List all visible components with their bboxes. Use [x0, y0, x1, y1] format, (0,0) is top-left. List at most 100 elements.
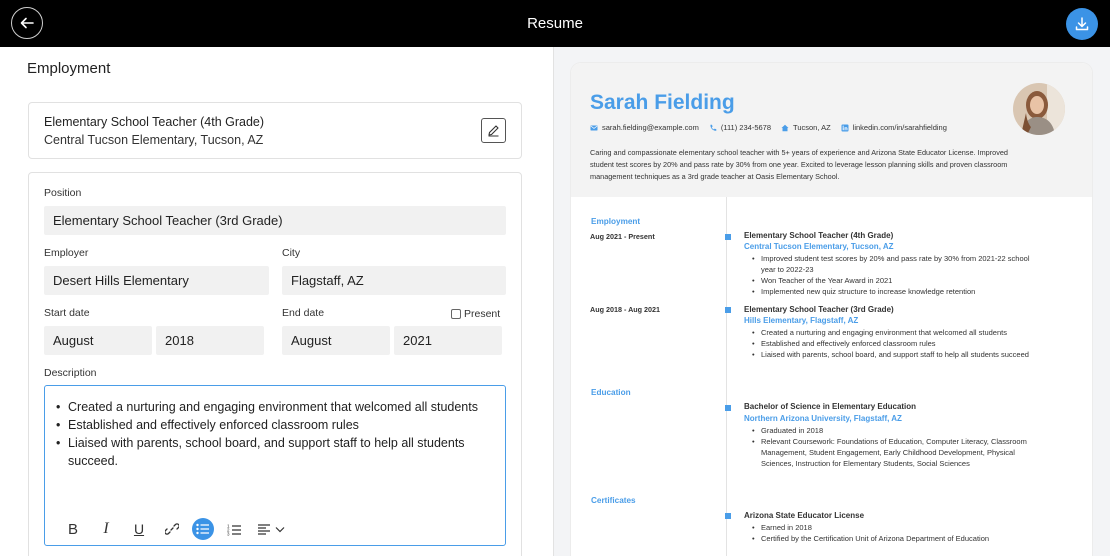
link-button[interactable] — [159, 518, 185, 540]
format-toolbar: B I U 123 — [60, 518, 295, 540]
job-bullets: Created a nurturing and engaging environ… — [752, 327, 1031, 360]
section-heading: Employment — [27, 60, 111, 77]
resume-header: Sarah Fielding sarah.fielding@example.co… — [571, 63, 1092, 197]
certificate-title: Arizona State Educator License — [744, 511, 865, 520]
download-icon — [1075, 17, 1089, 31]
job-title: Elementary School Teacher (4th Grade) — [744, 231, 894, 240]
degree-title: Bachelor of Science in Elementary Educat… — [744, 402, 917, 411]
education-bullet: Relevant Coursework: Foundations of Educ… — [752, 436, 1031, 469]
timeline-marker — [725, 307, 731, 313]
numbered-list-button[interactable]: 123 — [221, 518, 247, 540]
bullet-list-button[interactable] — [192, 518, 214, 540]
job-employer: Hills Elementary, Flagstaff, AZ — [744, 316, 859, 325]
job-form: Position Elementary School Teacher (3rd … — [28, 172, 522, 556]
job-bullet: Established and effectively enforced cla… — [752, 338, 1031, 349]
end-month-field[interactable]: August — [282, 326, 390, 355]
contact-location: Tucson, AZ — [781, 123, 831, 132]
timeline-line — [726, 197, 727, 556]
align-dropdown[interactable] — [254, 518, 288, 540]
phone-icon — [710, 124, 717, 131]
job-employer: Central Tucson Elementary, Tucson, AZ — [744, 242, 894, 251]
description-item[interactable]: Created a nurturing and engaging environ… — [56, 398, 488, 416]
certificate-bullets: Earned in 2018 Certified by the Certific… — [752, 522, 1031, 544]
home-icon — [781, 124, 789, 131]
city-field[interactable]: Flagstaff, AZ — [282, 266, 506, 295]
description-item[interactable]: Liaised with parents, school board, and … — [56, 434, 488, 470]
education-bullet: Graduated in 2018 — [752, 425, 1031, 436]
job-dates: Aug 2018 - Aug 2021 — [590, 305, 661, 314]
description-item[interactable]: Established and effectively enforced cla… — [56, 416, 488, 434]
employer-label: Employer — [44, 247, 89, 259]
job-card-title: Elementary School Teacher (4th Grade) — [44, 115, 265, 129]
employment-heading: Employment — [591, 217, 641, 226]
end-year-field[interactable]: 2021 — [394, 326, 502, 355]
editor-panel: Employment Elementary School Teacher (4t… — [0, 47, 554, 556]
mail-icon — [590, 125, 598, 130]
present-label: Present — [464, 308, 501, 320]
linkedin-icon — [841, 124, 849, 131]
resume-name: Sarah Fielding — [590, 91, 735, 114]
timeline-marker — [725, 234, 731, 240]
profile-photo — [1013, 83, 1065, 135]
job-bullet: Improved student test scores by 20% and … — [752, 253, 1031, 275]
underline-button[interactable]: U — [126, 518, 152, 540]
job-bullet: Created a nurturing and engaging environ… — [752, 327, 1031, 338]
job-card-subtitle: Central Tucson Elementary, Tucson, AZ — [44, 133, 264, 147]
numbered-list-icon: 123 — [227, 523, 241, 536]
bold-button[interactable]: B — [60, 518, 86, 540]
description-list[interactable]: Created a nurturing and engaging environ… — [56, 398, 488, 470]
bold-icon: B — [67, 520, 78, 538]
education-heading: Education — [591, 388, 631, 397]
timeline-marker — [725, 513, 731, 519]
top-bar: Resume — [0, 0, 1110, 47]
contact-phone: (111) 234-5678 — [709, 123, 771, 132]
certificates-heading: Certificates — [591, 496, 636, 505]
job-bullet: Implemented new quiz structure to increa… — [752, 286, 1031, 297]
end-date-label: End date — [282, 307, 325, 319]
job-title: Elementary School Teacher (3rd Grade) — [744, 305, 894, 314]
contact-email: sarah.fielding@example.com — [590, 123, 699, 132]
linkedin-text: linkedin.com/in/sarahfielding — [852, 123, 947, 132]
underline-icon: U — [133, 521, 145, 537]
timeline-marker — [725, 405, 731, 411]
present-checkbox[interactable]: Present — [451, 308, 500, 320]
start-date-label: Start date — [44, 307, 90, 319]
phone-text: (111) 234-5678 — [720, 123, 772, 132]
bullet-list-icon — [196, 523, 209, 535]
download-button[interactable] — [1066, 8, 1098, 40]
pencil-icon — [488, 125, 499, 137]
education-bullets: Graduated in 2018 Relevant Coursework: F… — [752, 425, 1031, 469]
employer-field[interactable]: Desert Hills Elementary — [44, 266, 269, 295]
job-card[interactable]: Elementary School Teacher (4th Grade) Ce… — [28, 102, 522, 159]
email-text: sarah.fielding@example.com — [602, 123, 699, 132]
edit-job-button[interactable] — [481, 118, 506, 143]
job-bullets: Improved student test scores by 20% and … — [752, 253, 1031, 297]
description-editor[interactable]: Created a nurturing and engaging environ… — [44, 385, 506, 546]
location-text: Tucson, AZ — [793, 123, 831, 132]
contact-row: sarah.fielding@example.com (111) 234-567… — [590, 123, 957, 132]
italic-icon: I — [103, 520, 109, 537]
position-field[interactable]: Elementary School Teacher (3rd Grade) — [44, 206, 506, 235]
profile-photo-image — [1013, 83, 1065, 135]
checkbox-box[interactable] — [451, 309, 461, 319]
start-year-field[interactable]: 2018 — [156, 326, 264, 355]
description-label: Description — [44, 367, 97, 379]
start-month-field[interactable]: August — [44, 326, 152, 355]
job-bullet: Won Teacher of the Year Award in 2021 — [752, 275, 1031, 286]
resume-preview: Sarah Fielding sarah.fielding@example.co… — [571, 63, 1092, 556]
align-left-icon — [257, 523, 270, 535]
job-bullet: Liaised with parents, school board, and … — [752, 349, 1031, 360]
certificate-bullet: Earned in 2018 — [752, 522, 1031, 533]
link-icon — [165, 523, 179, 535]
school-name: Northern Arizona University, Flagstaff, … — [744, 414, 902, 423]
page-title: Resume — [527, 15, 583, 32]
position-label: Position — [44, 187, 82, 199]
job-dates: Aug 2021 - Present — [590, 232, 655, 241]
city-label: City — [282, 247, 301, 259]
svg-text:3: 3 — [227, 531, 230, 536]
contact-linkedin: linkedin.com/in/sarahfielding — [841, 123, 947, 132]
resume-summary: Caring and compassionate elementary scho… — [590, 148, 1008, 181]
chevron-down-icon — [275, 526, 284, 532]
italic-button[interactable]: I — [93, 518, 119, 540]
certificate-bullet: Certified by the Certification Unit of A… — [752, 533, 1031, 544]
